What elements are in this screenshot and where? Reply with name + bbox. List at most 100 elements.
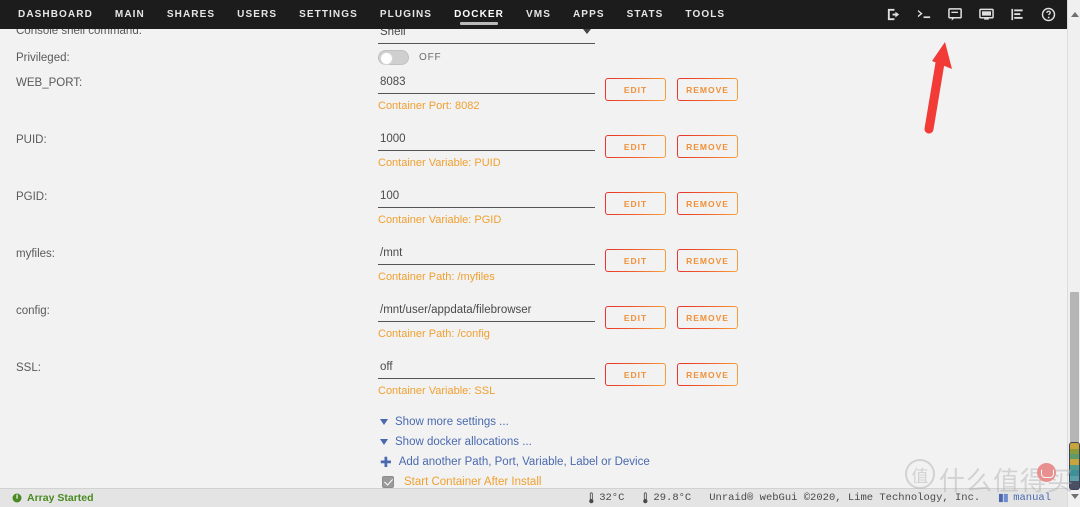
label-ssl: SSL: [16, 362, 41, 374]
config-input[interactable] [378, 300, 595, 322]
show-more-settings-label: Show more settings ... [395, 416, 509, 428]
field-ssl: Container Variable: SSL [378, 357, 595, 397]
label-config: config: [16, 305, 50, 317]
show-docker-allocations-link[interactable]: Show docker allocations ... [380, 436, 532, 448]
chevron-down-icon [583, 29, 591, 34]
scrollbar-down-button[interactable] [1068, 489, 1080, 503]
myfiles-input[interactable] [378, 243, 595, 265]
nav-item-tools[interactable]: TOOLS [674, 0, 736, 29]
display-icon[interactable] [979, 7, 994, 22]
remove-button-puid[interactable]: REMOVE [677, 135, 738, 158]
myfiles-hint: Container Path: /myfiles [378, 271, 495, 283]
config-actions: EDIT REMOVE [605, 306, 738, 329]
container-settings-form: Console shell command: Shell Privileged:… [0, 25, 1067, 488]
web-port-hint: Container Port: 8082 [378, 100, 480, 112]
board-temperature: 29.8°C [642, 492, 691, 504]
show-more-settings-link[interactable]: Show more settings ... [380, 416, 509, 428]
cpu-temperature: 32°C [588, 492, 624, 504]
scrollbar-up-button[interactable] [1068, 7, 1080, 21]
nav-icon-group [886, 0, 1056, 29]
feedback-icon[interactable] [948, 7, 963, 22]
privileged-toggle[interactable] [378, 50, 409, 65]
chevron-down-icon [1070, 493, 1079, 499]
terminal-icon[interactable] [917, 7, 932, 22]
remove-button-config[interactable]: REMOVE [677, 306, 738, 329]
copyright-text: Unraid® webGui ©2020, Lime Technology, I… [709, 492, 981, 504]
remove-button-myfiles[interactable]: REMOVE [677, 249, 738, 272]
help-icon[interactable] [1041, 7, 1056, 22]
chevron-up-icon [1070, 11, 1079, 17]
array-status-label: Array Started [27, 492, 94, 504]
logout-icon[interactable] [886, 7, 901, 22]
add-another-link[interactable]: ✚ Add another Path, Port, Variable, Labe… [380, 454, 650, 470]
label-pgid: PGID: [16, 191, 48, 203]
ssl-hint: Container Variable: SSL [378, 385, 496, 397]
status-bar-right: 32°C 29.8°C Unraid® webGui ©2020, Lime T… [588, 492, 1051, 504]
nav-item-apps[interactable]: APPS [562, 0, 616, 29]
start-container-checkbox-row[interactable]: Start Container After Install [382, 476, 541, 488]
edit-button-ssl[interactable]: EDIT [605, 363, 666, 386]
label-myfiles: myfiles: [16, 248, 55, 260]
remove-button-pgid[interactable]: REMOVE [677, 192, 738, 215]
label-web-port: WEB_PORT: [16, 77, 83, 89]
privileged-state-label: OFF [419, 52, 442, 63]
puid-input[interactable] [378, 129, 595, 151]
add-another-label: Add another Path, Port, Variable, Label … [398, 456, 650, 468]
remove-button-ssl[interactable]: REMOVE [677, 363, 738, 386]
status-bar: Array Started 32°C 29.8°C Unraid® webGui… [0, 488, 1067, 507]
field-privileged: OFF [378, 50, 441, 65]
nav-item-plugins[interactable]: PLUGINS [369, 0, 443, 29]
nav-item-settings[interactable]: SETTINGS [288, 0, 369, 29]
field-puid: Container Variable: PUID [378, 129, 595, 169]
array-status[interactable]: Array Started [12, 492, 94, 504]
myfiles-actions: EDIT REMOVE [605, 249, 738, 272]
puid-actions: EDIT REMOVE [605, 135, 738, 158]
unraid-docker-page: DASHBOARD MAIN SHARES USERS SETTINGS PLU… [0, 0, 1080, 507]
manual-label: manual [1013, 492, 1051, 504]
vertical-scrollbar[interactable] [1067, 0, 1080, 507]
edit-button-web-port[interactable]: EDIT [605, 78, 666, 101]
nav-item-shares[interactable]: SHARES [156, 0, 226, 29]
book-icon [999, 493, 1009, 503]
field-pgid: Container Variable: PGID [378, 186, 595, 226]
log-icon[interactable] [1010, 7, 1025, 22]
top-navigation-bar: DASHBOARD MAIN SHARES USERS SETTINGS PLU… [0, 0, 1080, 29]
pgid-input[interactable] [378, 186, 595, 208]
nav-item-users[interactable]: USERS [226, 0, 288, 29]
remove-button-web-port[interactable]: REMOVE [677, 78, 738, 101]
config-hint: Container Path: /config [378, 328, 490, 340]
start-container-label: Start Container After Install [404, 476, 542, 488]
edit-button-myfiles[interactable]: EDIT [605, 249, 666, 272]
nav-item-stats[interactable]: STATS [616, 0, 675, 29]
nav-item-main[interactable]: MAIN [104, 0, 156, 29]
field-config: Container Path: /config [378, 300, 595, 340]
web-port-actions: EDIT REMOVE [605, 78, 738, 101]
nav-item-vms[interactable]: VMS [515, 0, 562, 29]
pgid-hint: Container Variable: PGID [378, 214, 502, 226]
edit-button-pgid[interactable]: EDIT [605, 192, 666, 215]
scrollbar-minimap-indicator[interactable] [1069, 442, 1080, 490]
ssl-actions: EDIT REMOVE [605, 363, 738, 386]
start-container-checkbox[interactable] [382, 476, 394, 488]
plus-icon: ✚ [380, 454, 392, 470]
ssl-input[interactable] [378, 357, 595, 379]
power-icon [12, 493, 22, 503]
puid-hint: Container Variable: PUID [378, 157, 501, 169]
toggle-knob [380, 52, 393, 65]
field-web-port: Container Port: 8082 [378, 72, 595, 112]
thermometer-icon [643, 492, 648, 504]
nav-menu: DASHBOARD MAIN SHARES USERS SETTINGS PLU… [0, 0, 736, 29]
edit-button-config[interactable]: EDIT [605, 306, 666, 329]
nav-item-dashboard[interactable]: DASHBOARD [7, 0, 104, 29]
board-temperature-value: 29.8°C [653, 492, 692, 504]
chevron-down-icon [380, 439, 388, 445]
chevron-down-icon [380, 419, 388, 425]
nav-item-docker[interactable]: DOCKER [443, 0, 515, 29]
web-port-input[interactable] [378, 72, 595, 94]
field-myfiles: Container Path: /myfiles [378, 243, 595, 283]
thermometer-icon [589, 492, 594, 504]
manual-link[interactable]: manual [998, 492, 1051, 504]
cpu-temperature-value: 32°C [599, 492, 625, 504]
show-docker-allocations-label: Show docker allocations ... [395, 436, 532, 448]
edit-button-puid[interactable]: EDIT [605, 135, 666, 158]
